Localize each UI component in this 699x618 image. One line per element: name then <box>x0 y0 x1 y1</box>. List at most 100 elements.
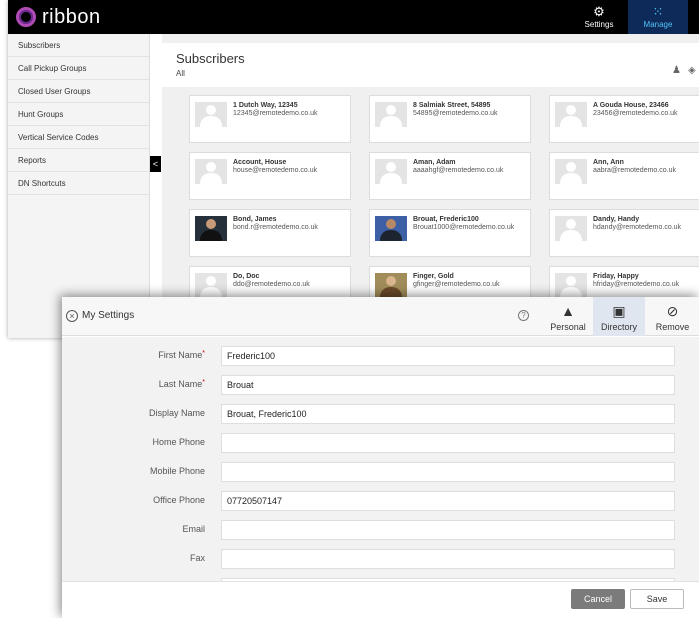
tab-label: Directory <box>600 322 637 332</box>
office-phone-field[interactable] <box>221 491 675 511</box>
my-settings-dialog: × My Settings ? ▲ Personal ▣ Directory ⊘… <box>62 297 699 618</box>
display-name-field[interactable] <box>221 404 675 424</box>
avatar-photo <box>195 216 227 241</box>
home-phone-label: Home Phone <box>152 437 205 447</box>
subscriber-card[interactable]: 8 Salmiak Street, 54895 54895@remotedemo… <box>369 95 531 143</box>
filter-label[interactable]: All <box>176 69 185 78</box>
sidebar: Subscribers Call Pickup Groups Closed Us… <box>8 34 150 338</box>
help-icon[interactable]: ? <box>518 310 529 321</box>
card-email: 12345@remotedemo.co.uk <box>233 110 318 117</box>
office-phone-label: Office Phone <box>153 495 205 505</box>
card-email: 23456@remotedemo.co.uk <box>593 110 678 117</box>
avatar-placeholder-icon <box>195 273 227 298</box>
avatar-placeholder-icon <box>555 102 587 127</box>
fax-label: Fax <box>189 553 205 563</box>
app-window: ribbon ⚙ Settings ⁙ Manage Subscribers C… <box>8 0 699 338</box>
subscriber-card[interactable]: A Gouda House, 23466 23456@remotedemo.co… <box>549 95 699 143</box>
subscriber-card[interactable]: Bond, James bond.r@remotedemo.co.uk <box>189 209 351 257</box>
subscribers-header: Subscribers All ♟ ◈ <box>162 43 699 87</box>
card-email: gfinger@remotedemo.co.uk <box>413 281 500 288</box>
subscriber-card[interactable]: Account, House house@remotedemo.co.uk <box>189 152 351 200</box>
avatar-placeholder-icon <box>195 102 227 127</box>
card-name: A Gouda House, 23466 <box>593 102 669 109</box>
dialog-footer: Cancel Save <box>62 581 699 618</box>
card-email: house@remotedemo.co.uk <box>233 167 318 174</box>
card-name: Do, Doc <box>233 273 260 280</box>
display-name-label: Display Name <box>148 408 205 418</box>
last-name-field[interactable] <box>221 375 675 395</box>
subscriber-card[interactable]: Brouat, Frederic100 Brouat1000@remotedem… <box>369 209 531 257</box>
main-panel: Subscribers All ♟ ◈ 1 Dutch Way, 12345 1… <box>162 34 699 338</box>
layers-icon[interactable]: ◈ <box>688 65 696 76</box>
email-label: Email <box>182 524 205 534</box>
sidebar-item-closed-user-groups[interactable]: Closed User Groups <box>8 80 149 103</box>
card-email: 54895@remotedemo.co.uk <box>413 110 498 117</box>
manage-button[interactable]: ⁙ Manage <box>628 0 688 34</box>
sidebar-item-reports[interactable]: Reports <box>8 149 149 172</box>
card-name: Account, House <box>233 159 287 166</box>
subscriber-card[interactable]: Aman, Adam aaaahgf@remotedemo.co.uk <box>369 152 531 200</box>
add-user-icon[interactable]: ♟ <box>672 65 681 76</box>
page-title: Subscribers <box>176 51 245 66</box>
card-email: ddo@remotedemo.co.uk <box>233 281 310 288</box>
save-button[interactable]: Save <box>630 589 684 609</box>
gear-icon: ⚙ <box>593 4 605 19</box>
subscriber-card[interactable]: Dandy, Handy hdandy@remotedemo.co.uk <box>549 209 699 257</box>
person-icon: ▲ <box>561 303 575 319</box>
avatar-placeholder-icon <box>555 273 587 298</box>
tab-label: Personal <box>550 322 586 332</box>
subscriber-card[interactable]: 1 Dutch Way, 12345 12345@remotedemo.co.u… <box>189 95 351 143</box>
fax-field[interactable] <box>221 549 675 569</box>
settings-button[interactable]: ⚙ Settings <box>578 0 620 34</box>
tab-personal[interactable]: ▲ Personal <box>544 297 592 336</box>
card-email: bond.r@remotedemo.co.uk <box>233 224 318 231</box>
card-email: aaaahgf@remotedemo.co.uk <box>413 167 504 174</box>
card-email: hdandy@remotedemo.co.uk <box>593 224 682 231</box>
settings-form: First Name* Last Name* Display Name Home… <box>62 337 699 581</box>
mobile-phone-row: Mobile Phone <box>62 462 699 484</box>
first-name-label: First Name* <box>158 350 205 360</box>
card-name: 1 Dutch Way, 12345 <box>233 102 298 109</box>
first-name-field[interactable] <box>221 346 675 366</box>
cancel-button[interactable]: Cancel <box>571 589 625 609</box>
card-name: Finger, Gold <box>413 273 454 280</box>
mobile-phone-field[interactable] <box>221 462 675 482</box>
sidebar-collapse-button[interactable]: < <box>150 156 161 172</box>
home-phone-field[interactable] <box>221 433 675 453</box>
network-icon: ⁙ <box>652 4 664 19</box>
home-phone-row: Home Phone <box>62 433 699 455</box>
contact-card-icon: ▣ <box>612 303 626 319</box>
avatar-placeholder-icon <box>555 159 587 184</box>
logo-text: ribbon <box>42 5 101 28</box>
email-field[interactable] <box>221 520 675 540</box>
settings-label: Settings <box>584 20 614 29</box>
top-bar: ribbon ⚙ Settings ⁙ Manage <box>8 0 699 34</box>
sidebar-item-vertical-service-codes[interactable]: Vertical Service Codes <box>8 126 149 149</box>
sidebar-item-subscribers[interactable]: Subscribers <box>8 34 149 57</box>
subscriber-card[interactable]: Ann, Ann aabra@remotedemo.co.uk <box>549 152 699 200</box>
tab-directory[interactable]: ▣ Directory <box>593 297 645 336</box>
card-name: 8 Salmiak Street, 54895 <box>413 102 491 109</box>
last-name-label: Last Name* <box>158 379 205 389</box>
sidebar-item-call-pickup-groups[interactable]: Call Pickup Groups <box>8 57 149 80</box>
mobile-phone-label: Mobile Phone <box>149 466 205 476</box>
card-name: Dandy, Handy <box>593 216 640 223</box>
card-name: Ann, Ann <box>593 159 624 166</box>
fax-row: Fax <box>62 549 699 571</box>
first-name-row: First Name* <box>62 346 699 368</box>
card-name: Bond, James <box>233 216 277 223</box>
avatar-placeholder-icon <box>375 159 407 184</box>
ribbon-logo[interactable]: ribbon <box>16 5 101 29</box>
office-phone-row: Office Phone <box>62 491 699 513</box>
sidebar-item-dn-shortcuts[interactable]: DN Shortcuts <box>8 172 149 195</box>
avatar-placeholder-icon <box>375 102 407 127</box>
sidebar-item-hunt-groups[interactable]: Hunt Groups <box>8 103 149 126</box>
dialog-header: × My Settings ? ▲ Personal ▣ Directory ⊘… <box>62 297 699 336</box>
card-email: Brouat1000@remotedemo.co.uk <box>413 224 515 231</box>
close-icon[interactable]: × <box>66 310 78 322</box>
tab-label: Remove <box>655 322 690 332</box>
tab-remove[interactable]: ⊘ Remove <box>646 297 699 336</box>
card-email: hfriday@remotedemo.co.uk <box>593 281 680 288</box>
ribbon-logo-icon <box>16 7 36 27</box>
avatar-placeholder-icon <box>195 159 227 184</box>
